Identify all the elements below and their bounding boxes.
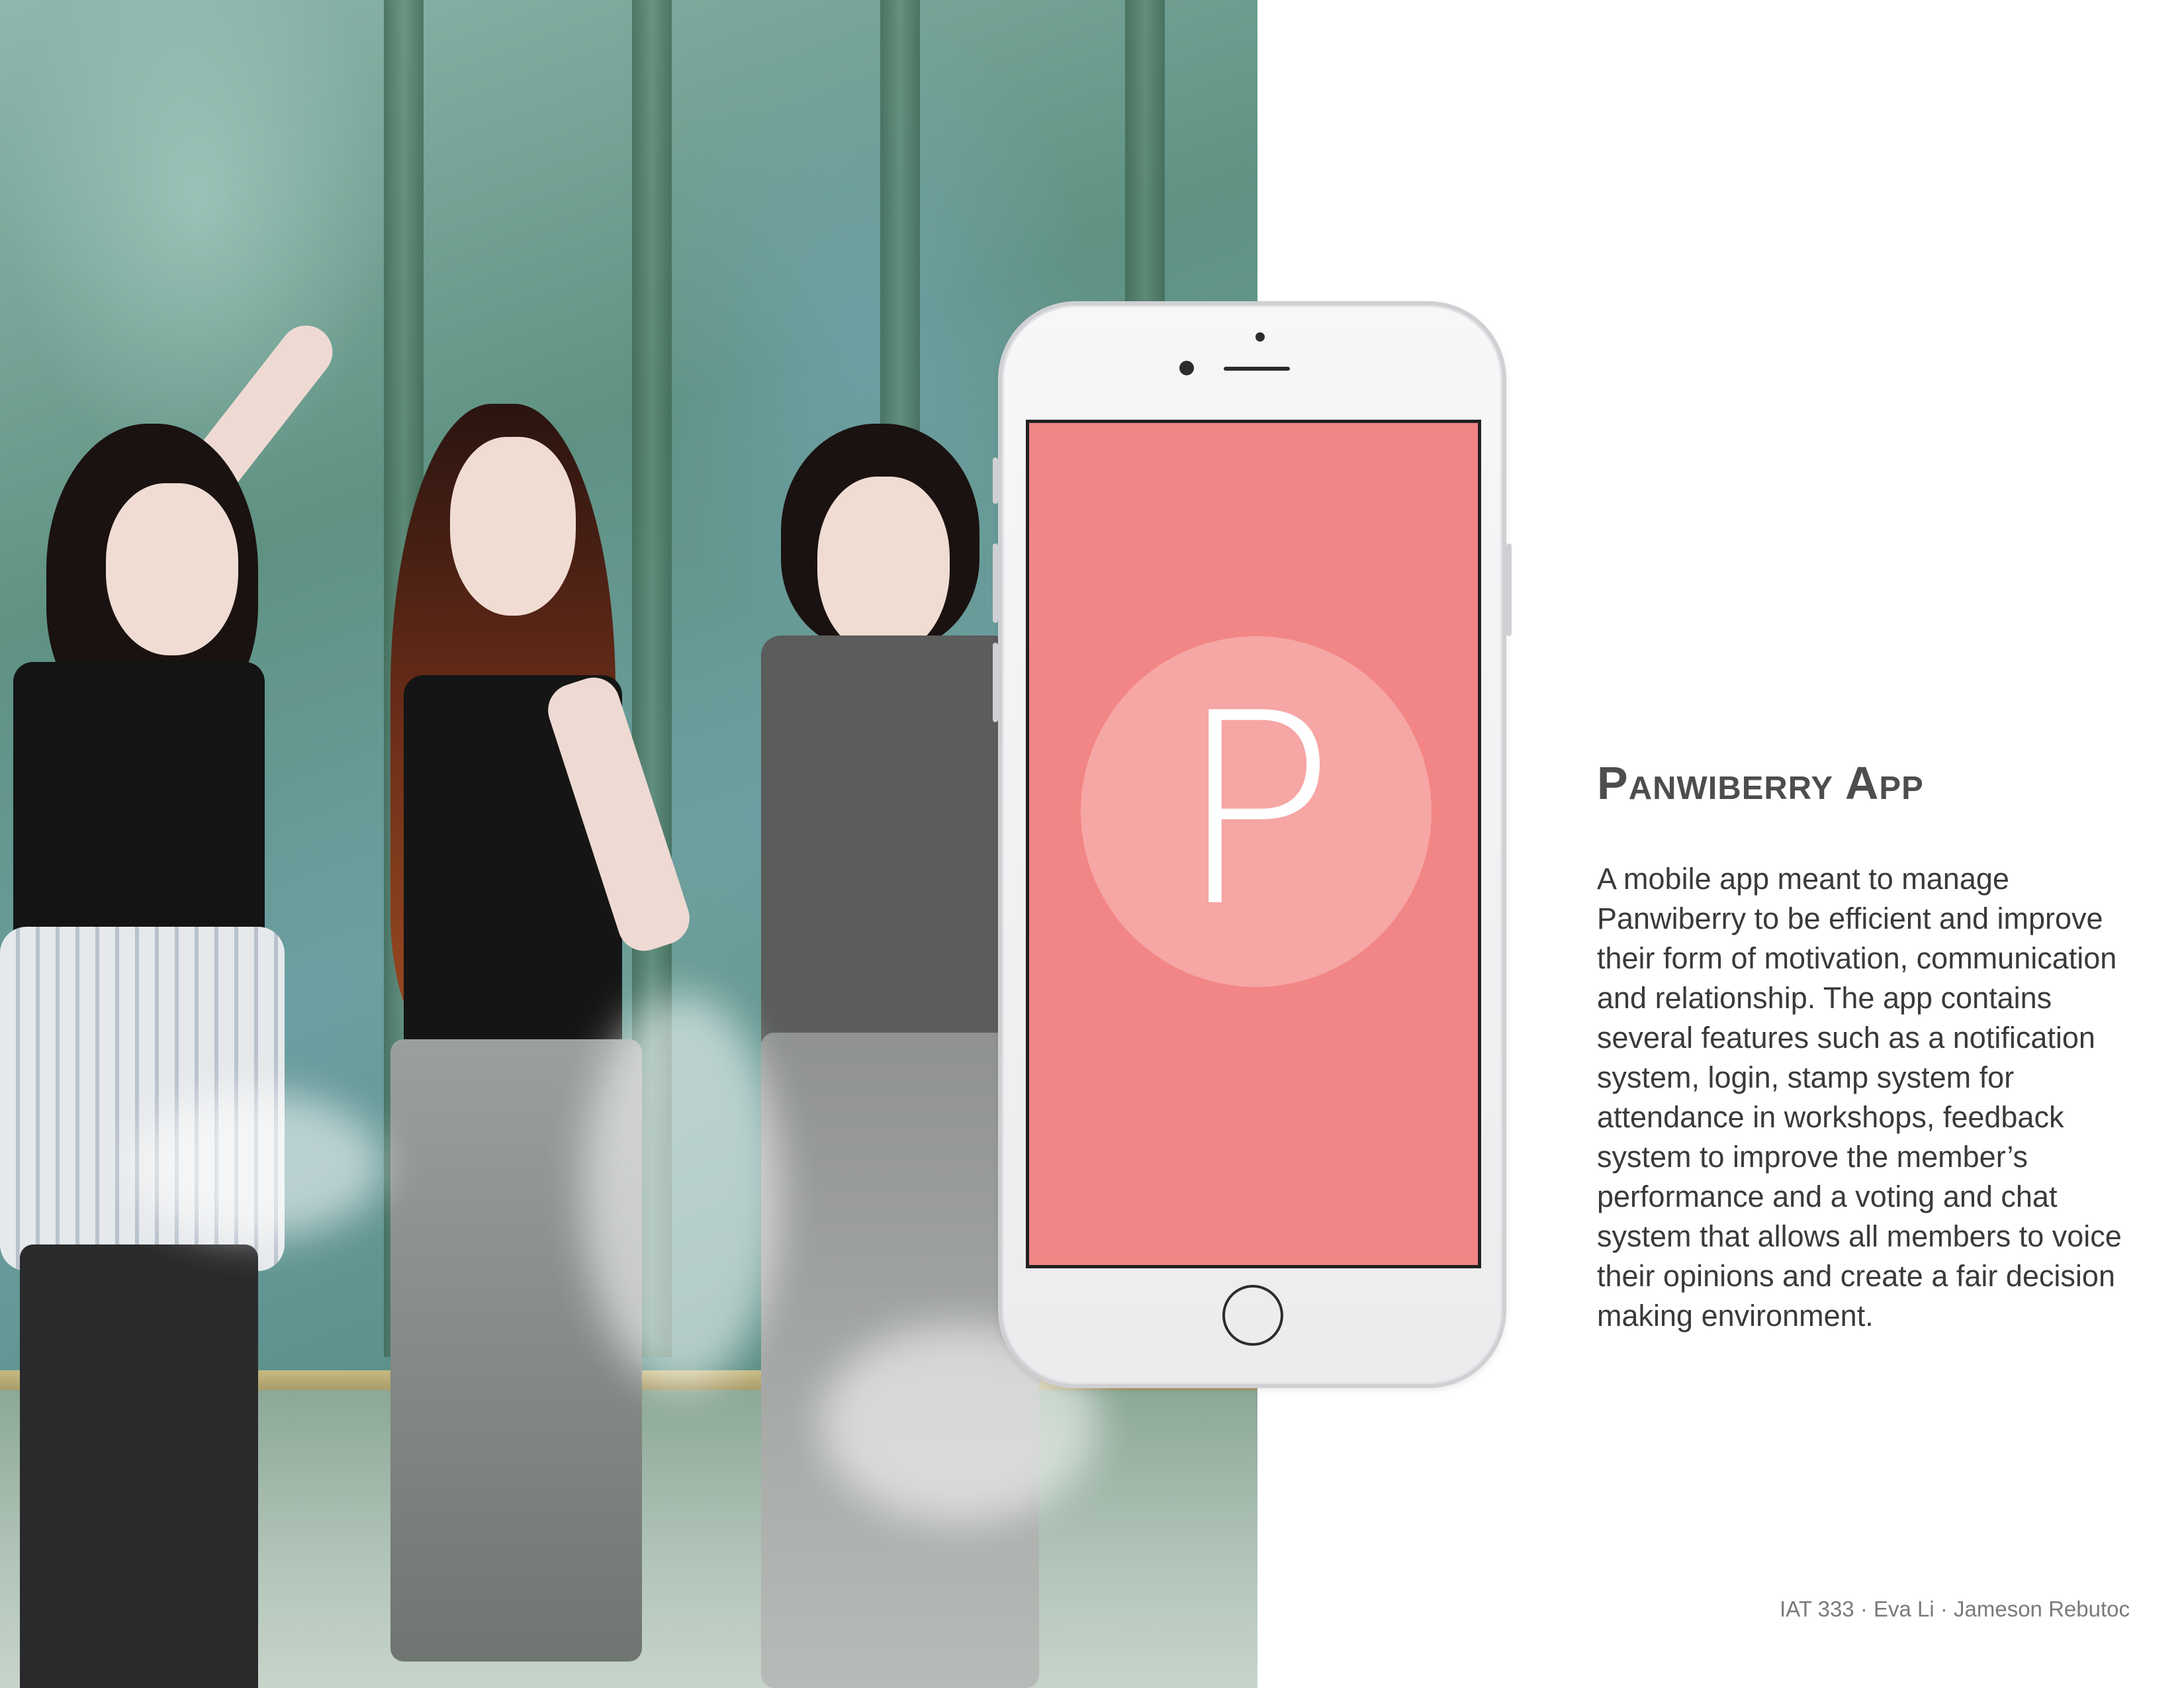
earpiece-speaker xyxy=(1224,367,1290,371)
page-title: Panwiberry App xyxy=(1597,757,1924,809)
mute-switch xyxy=(993,457,998,504)
phone-screen: P xyxy=(1026,420,1481,1268)
front-camera-icon xyxy=(1179,361,1194,375)
app-description: A mobile app meant to manage Panwiberry … xyxy=(1597,862,2122,1333)
person-left xyxy=(0,314,344,1688)
volume-down-button xyxy=(993,643,998,722)
app-logo: P xyxy=(1081,636,1432,987)
volume-up-button xyxy=(993,543,998,623)
power-button xyxy=(1506,543,1512,636)
phone-mockup: P xyxy=(993,301,1512,1388)
proximity-sensor xyxy=(1255,332,1265,342)
home-button[interactable] xyxy=(1222,1285,1283,1346)
credits-footer: IAT 333 · Eva Li · Jameson Rebutoc xyxy=(1780,1597,2130,1621)
app-logo-letter: P xyxy=(1176,657,1336,965)
